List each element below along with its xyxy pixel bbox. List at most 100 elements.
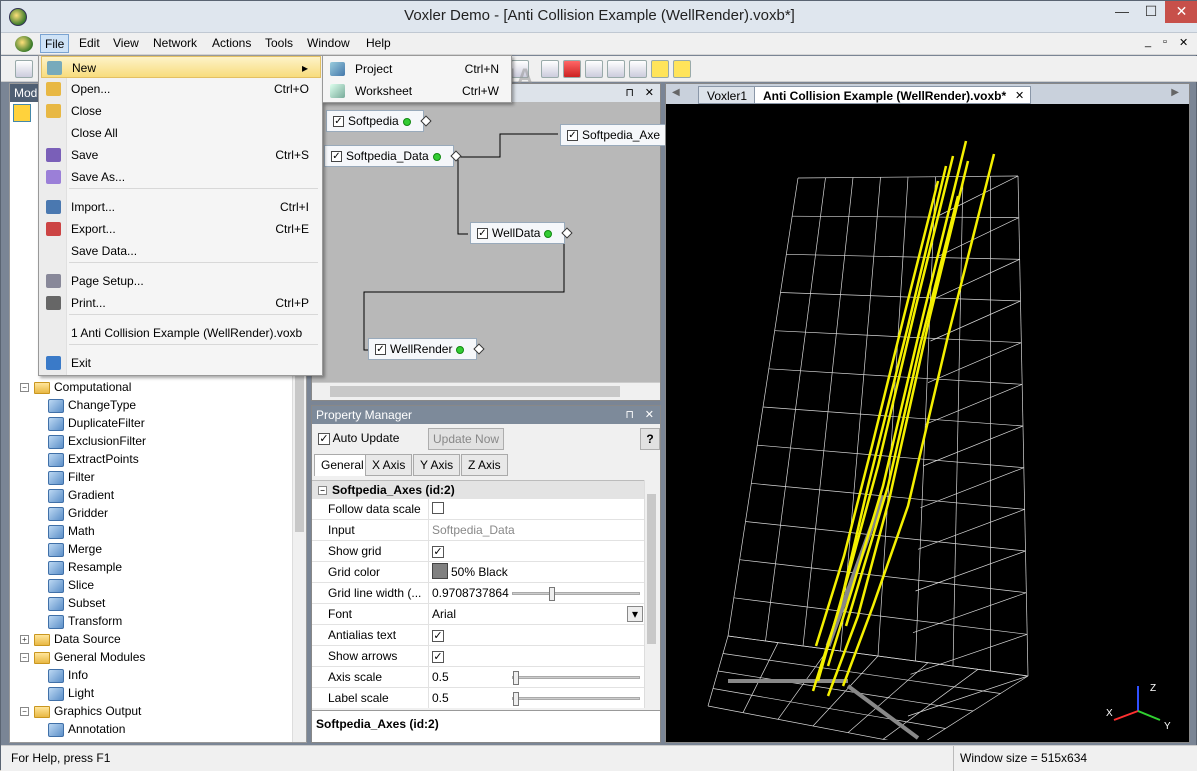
slider-track[interactable] <box>512 587 640 601</box>
menu-window[interactable]: Window <box>303 36 354 52</box>
property-value[interactable]: 0.9708737864 <box>432 586 509 600</box>
property-row[interactable]: Grid color 50% Black <box>312 562 645 583</box>
tree-module-item[interactable]: Subset <box>48 596 105 614</box>
scroll-thumb[interactable] <box>330 386 620 397</box>
menu-view[interactable]: View <box>109 36 143 52</box>
property-row[interactable]: Font Arial ▾ <box>312 604 645 625</box>
slider-track[interactable] <box>512 692 640 706</box>
property-value[interactable]: 0.5 <box>432 691 449 705</box>
color-swatch[interactable] <box>432 563 448 580</box>
tab-anti-collision[interactable]: Anti Collision Example (WellRender).voxb… <box>754 86 1032 104</box>
tab-y-axis[interactable]: Y Axis <box>413 454 461 476</box>
tree-module-item[interactable]: Resample <box>48 560 122 578</box>
menu-item-save-data[interactable]: Save Data... <box>41 240 321 262</box>
tree-folder[interactable]: − General Modules <box>20 650 145 668</box>
tree-module-item[interactable]: Slice <box>48 578 94 596</box>
menu-item-export[interactable]: Export... Ctrl+E <box>41 218 321 240</box>
menu-item-import[interactable]: Import... Ctrl+I <box>41 196 321 218</box>
tree-module-item[interactable]: ExtractPoints <box>48 452 139 470</box>
tree-module-item[interactable]: Light <box>48 686 94 704</box>
pin-icon[interactable]: ⊓ <box>625 408 634 421</box>
menu-file[interactable]: File <box>40 34 70 53</box>
property-row[interactable]: Label scale 0.5 <box>312 688 645 708</box>
mdi-restore-button[interactable]: ▫ <box>1159 36 1171 52</box>
slider-thumb[interactable] <box>549 587 555 601</box>
menu-item-close-all[interactable]: Close All <box>41 122 321 144</box>
tab-voxler1[interactable]: Voxler1 <box>698 86 757 104</box>
toolbar-record-icon[interactable] <box>563 60 581 78</box>
toolbar-grid-icon[interactable] <box>541 60 559 78</box>
section-collapse-icon[interactable]: − <box>318 486 327 496</box>
property-row[interactable]: Antialias text ✓ <box>312 625 645 646</box>
node-checkbox[interactable]: ✓ <box>333 116 344 128</box>
checkbox-mark[interactable]: ✓ <box>318 433 330 445</box>
menu-item-print[interactable]: Print... Ctrl+P <box>41 292 321 314</box>
tree-module-item[interactable]: Filter <box>48 470 95 488</box>
property-row[interactable]: Show arrows ✓ <box>312 646 645 667</box>
tree-module-item[interactable]: Gridder <box>48 506 108 524</box>
tree-expander-icon[interactable]: + <box>20 635 29 645</box>
mdi-close-button[interactable]: ✕ <box>1175 36 1192 52</box>
property-grid-scrollbar[interactable] <box>644 480 658 708</box>
tree-module-item[interactable]: DuplicateFilter <box>48 416 145 434</box>
property-row[interactable]: Input Softpedia_Data <box>312 520 645 541</box>
tab-z-axis[interactable]: Z Axis <box>461 454 508 476</box>
tree-expander-icon[interactable]: − <box>20 383 29 393</box>
tree-module-item[interactable]: Info <box>48 668 88 686</box>
auto-update-checkbox[interactable]: ✓ Auto Update <box>314 428 403 450</box>
tree-folder[interactable]: − Computational <box>20 380 131 398</box>
node-checkbox[interactable]: ✓ <box>375 344 386 356</box>
tree-folder[interactable]: − Graphics Output <box>20 704 141 722</box>
menu-item-save[interactable]: Save Ctrl+S <box>41 144 321 166</box>
tab-close-icon[interactable]: ✕ <box>1015 89 1024 102</box>
property-value[interactable]: 50% Black <box>432 563 508 580</box>
tree-expander-icon[interactable]: − <box>20 707 29 717</box>
toolbar-export-icon[interactable] <box>607 60 625 78</box>
menu-item-save-as[interactable]: Save As... <box>41 166 321 188</box>
tree-module-item[interactable]: ChangeType <box>48 398 136 416</box>
tab-general[interactable]: General <box>314 454 371 476</box>
help-button[interactable]: ? <box>640 428 660 450</box>
property-value[interactable] <box>432 502 444 517</box>
mdi-minimize-button[interactable]: _ <box>1141 36 1155 52</box>
network-node-softpedia-data[interactable]: ✓ Softpedia_Data <box>324 145 462 167</box>
property-row[interactable]: Show grid ✓ <box>312 541 645 562</box>
tab-scroll-left-icon[interactable]: ◀ <box>672 87 680 98</box>
property-checkbox[interactable]: ✓ <box>432 630 444 642</box>
module-toolbar-icon[interactable] <box>13 104 31 122</box>
tree-module-item[interactable]: Math <box>48 524 95 542</box>
tree-expander-icon[interactable]: − <box>20 653 29 663</box>
toolbar-axes-icon[interactable] <box>651 60 669 78</box>
node-checkbox[interactable]: ✓ <box>331 151 342 163</box>
slider-track[interactable] <box>512 671 640 685</box>
maximize-button[interactable]: ☐ <box>1137 1 1165 23</box>
property-value[interactable]: ✓ <box>432 628 444 642</box>
tree-module-item[interactable]: Annotation <box>48 722 125 740</box>
menu-item-page-setup[interactable]: Page Setup... <box>41 270 321 292</box>
toolbar-pan-icon[interactable] <box>629 60 647 78</box>
tab-x-axis[interactable]: X Axis <box>365 454 413 476</box>
menu-edit[interactable]: Edit <box>75 36 104 52</box>
property-value[interactable]: 0.5 <box>432 670 449 684</box>
property-value[interactable]: Softpedia_Data <box>432 523 515 537</box>
slider-thumb[interactable] <box>513 671 519 685</box>
minimize-button[interactable]: — <box>1107 1 1137 23</box>
tree-folder[interactable]: + Data Source <box>20 632 121 650</box>
dropdown-arrow-icon[interactable]: ▾ <box>627 606 643 622</box>
property-checkbox[interactable]: ✓ <box>432 546 444 558</box>
menu-item-exit[interactable]: Exit <box>41 352 321 374</box>
scroll-thumb[interactable] <box>647 494 656 644</box>
menu-network[interactable]: Network <box>149 36 201 52</box>
node-checkbox[interactable]: ✓ <box>477 228 488 240</box>
toolbar-refresh-icon[interactable] <box>585 60 603 78</box>
slider-thumb[interactable] <box>513 692 519 706</box>
menu-tools[interactable]: Tools <box>261 36 297 52</box>
network-node-softpedia-axes[interactable]: ✓ Softpedia_Axe <box>560 124 673 146</box>
tree-module-item[interactable]: Gradient <box>48 488 114 506</box>
tree-module-item[interactable]: Merge <box>48 542 102 560</box>
property-section-header[interactable]: − Softpedia_Axes (id:2) <box>312 481 645 499</box>
menu-item-open[interactable]: Open... Ctrl+O <box>41 78 321 100</box>
property-value[interactable]: ✓ <box>432 649 444 663</box>
network-node-wellrender[interactable]: ✓ WellRender <box>368 338 486 360</box>
menu-help[interactable]: Help <box>362 36 395 52</box>
